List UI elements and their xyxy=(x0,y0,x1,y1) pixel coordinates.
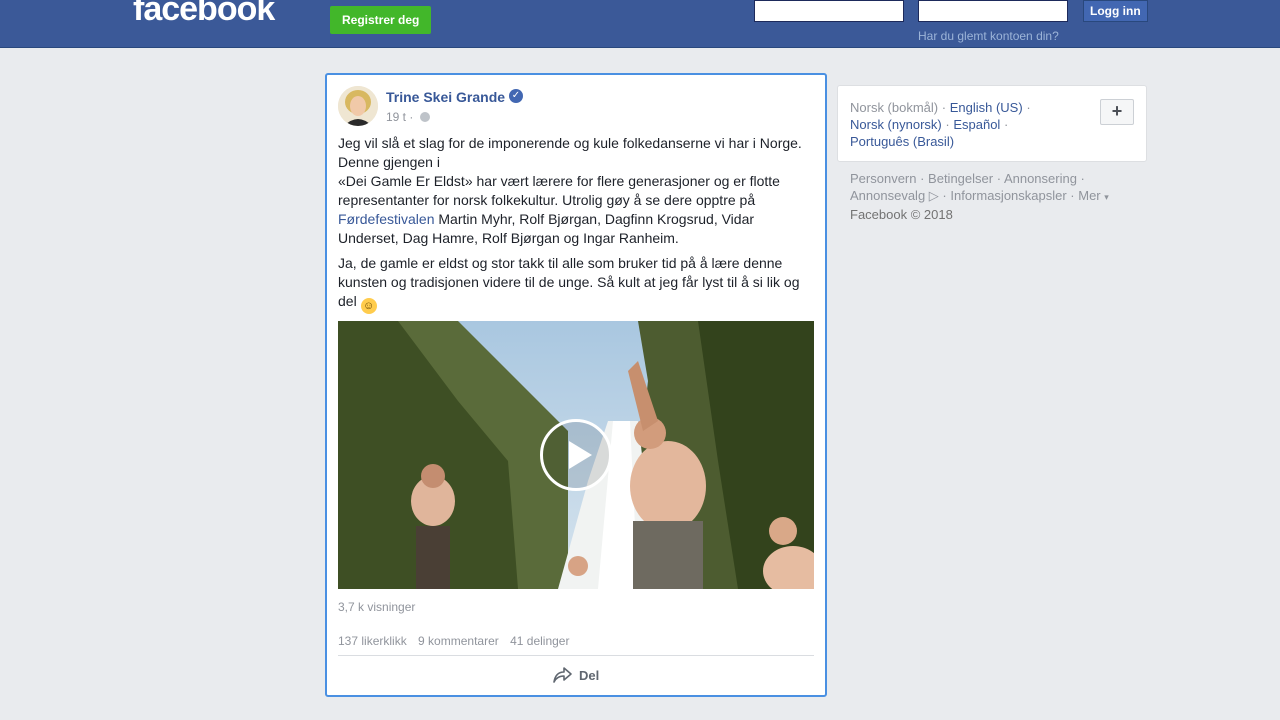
language-portugues-brasil[interactable]: Português (Brasil) xyxy=(850,134,954,149)
separator: · xyxy=(945,117,950,132)
likes-count[interactable]: 137 likerklikk xyxy=(338,634,407,648)
register-button[interactable]: Registrer deg xyxy=(330,6,432,34)
footer-link-adchoices[interactable]: Annonsevalg xyxy=(850,188,925,203)
avatar-image xyxy=(338,86,378,126)
post-meta: 19 t · xyxy=(386,110,430,124)
globe-icon xyxy=(419,112,430,122)
footer-link-privacy[interactable]: Personvern xyxy=(850,171,916,186)
copyright: Facebook © 2018 xyxy=(850,207,953,222)
engagement-stats: 137 likerklikk 9 kommentarer 41 delinger xyxy=(338,634,577,648)
email-field[interactable] xyxy=(754,0,904,22)
share-label: Del xyxy=(579,667,600,683)
footer: Personvern · Betingelser · Annonsering ·… xyxy=(850,171,1109,222)
post-card: Trine Skei Grande ✓ 19 t · Jeg vil slå e… xyxy=(325,73,827,697)
view-count: 3,7 k visninger xyxy=(338,600,416,614)
meta-separator: · xyxy=(409,110,414,124)
chevron-down-icon: ▾ xyxy=(1104,192,1109,202)
footer-link-more[interactable]: Mer xyxy=(1078,188,1100,203)
post-time[interactable]: 19 t xyxy=(386,110,406,124)
avatar[interactable] xyxy=(338,86,378,126)
share-arrow-icon xyxy=(553,667,572,683)
language-espanol[interactable]: Español xyxy=(953,117,1000,132)
share-button[interactable]: Del xyxy=(553,666,599,684)
footer-link-cookies[interactable]: Informasjonskapsler xyxy=(950,188,1066,203)
separator: · xyxy=(1026,100,1031,115)
verified-badge-icon: ✓ xyxy=(509,89,523,103)
language-norsk-nynorsk[interactable]: Norsk (nynorsk) xyxy=(850,117,942,132)
footer-link-terms[interactable]: Betingelser xyxy=(928,171,993,186)
fordefestivalen-link[interactable]: Førdefestivalen xyxy=(338,211,434,227)
facebook-logo[interactable]: facebook xyxy=(133,0,275,29)
separator: · xyxy=(941,100,947,115)
top-bar: facebook Registrer deg Logg inn Har du g… xyxy=(0,0,1280,48)
divider xyxy=(338,655,814,656)
adchoices-icon: ▷ xyxy=(928,188,939,203)
language-box: Norsk (bokmål) · English (US) · Norsk (n… xyxy=(837,85,1147,162)
login-button[interactable]: Logg inn xyxy=(1083,0,1148,22)
shares-count[interactable]: 41 delinger xyxy=(510,634,569,648)
post-text-line2: «Dei Gamle Er Eldst» har vært lærere for… xyxy=(338,173,780,208)
footer-link-advertising[interactable]: Annonsering xyxy=(1004,171,1077,186)
forgot-account-link[interactable]: Har du glemt kontoen din? xyxy=(918,29,1059,43)
post-text-para2: Ja, de gamle er eldst og stor takk til a… xyxy=(338,255,800,309)
language-current: Norsk (bokmål) xyxy=(850,100,939,115)
comments-count[interactable]: 9 kommentarer xyxy=(418,634,499,648)
play-icon xyxy=(569,441,592,469)
video-player[interactable] xyxy=(338,321,814,589)
separator: · xyxy=(1003,117,1009,132)
language-english-us[interactable]: English (US) xyxy=(950,100,1023,115)
smile-emoji-icon: ☺ xyxy=(360,298,377,314)
author-name[interactable]: Trine Skei Grande xyxy=(386,89,505,105)
play-button[interactable] xyxy=(540,419,612,491)
post-text-line1: Jeg vil slå et slag for de imponerende o… xyxy=(338,135,802,170)
post-text: Jeg vil slå et slag for de imponerende o… xyxy=(338,134,814,320)
add-language-button[interactable]: + xyxy=(1100,99,1134,125)
password-field[interactable] xyxy=(918,0,1068,22)
